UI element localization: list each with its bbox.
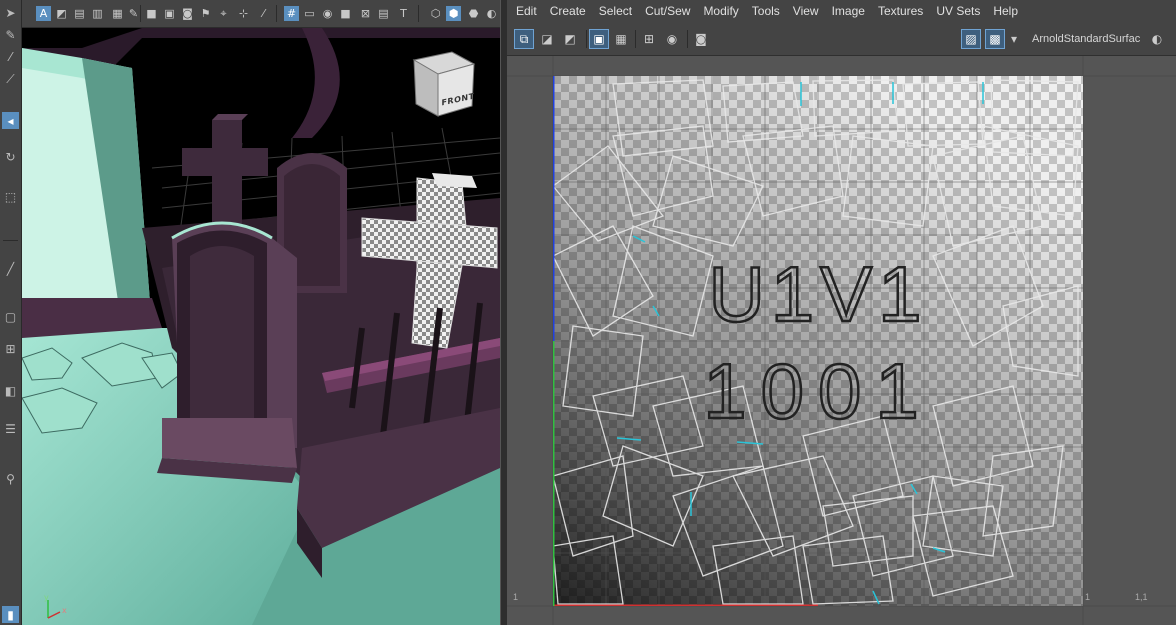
brush-tool-icon[interactable]: ⟋ (2, 70, 19, 87)
coord-label-1-1: 1,1 (1135, 592, 1148, 602)
uv-toolbar-divider (586, 30, 587, 48)
smooth-shade-icon[interactable]: ⬢ (446, 6, 461, 21)
search-icon[interactable]: ⚲ (2, 470, 19, 487)
uv-toolbar: ⧉ ◪ ◩ ▣ ▦ ⊞ ◉ ◙ ▨ ▩ ▾ ArnoldStandardSurf… (507, 24, 1176, 56)
tile-label-1001: 1001 (703, 347, 933, 435)
uv-editor: Edit Create Select Cut/Sew Modify Tools … (507, 0, 1176, 625)
safe-action-toggle-icon[interactable]: ▤ (376, 6, 391, 21)
shade-wireframe-icon[interactable]: ⬣ (466, 6, 481, 21)
viewport-divider (276, 5, 277, 22)
gate-mask-icon[interactable]: ⌖ (216, 6, 231, 21)
four-view-layout-icon[interactable]: ⊞ (2, 340, 19, 357)
edge-tool-icon[interactable]: ╱ (2, 260, 19, 277)
safe-action-icon[interactable]: ⁄ (256, 6, 271, 21)
bookmarks-icon[interactable]: ▤ (72, 6, 87, 21)
viewport-divider (418, 5, 419, 22)
select-tool-icon[interactable]: ➤ (2, 4, 19, 21)
menu-textures[interactable]: Textures (878, 4, 923, 18)
uv-checker-toggle-icon[interactable]: ▩ (985, 29, 1005, 49)
uv-distribute-icon[interactable]: ◩ (560, 29, 580, 49)
scene-render[interactable]: y x (22, 28, 500, 625)
uv-menubar: Edit Create Select Cut/Sew Modify Tools … (507, 0, 1176, 22)
uv-grid-canvas[interactable]: U1V1 1001 1 1 1,1 (507, 56, 1176, 625)
scale-tool-icon[interactable]: ⬚ (2, 188, 19, 205)
field-chart-toggle-icon[interactable]: ⊠ (358, 6, 373, 21)
coord-label-u1: 1 (1085, 592, 1091, 602)
menu-image[interactable]: Image (832, 4, 865, 18)
camera-attributes-icon[interactable]: ◩ (54, 6, 69, 21)
grease-pencil-icon[interactable]: ✎ (126, 6, 141, 21)
menu-select[interactable]: Select (599, 4, 632, 18)
textured-icon[interactable]: ◐ (484, 6, 499, 21)
front-tombstone (157, 221, 297, 483)
3d-viewport[interactable]: A ◩ ▤ ▥ ▦ ✎ ■ ▣ ◙ ⚑ ⌖ ⊹ ⁄ # ▭ ◉ ■ ⊠ ▤ T … (22, 0, 500, 625)
uv-snapshot-icon[interactable]: ◙ (691, 29, 711, 49)
select-camera-icon[interactable]: A (36, 6, 51, 21)
uv-tile-1001[interactable]: U1V1 1001 (553, 76, 1083, 606)
image-plane-icon[interactable]: ▥ (90, 6, 105, 21)
script-editor-icon[interactable]: ▮ (2, 606, 19, 623)
axis-x-label: x (62, 606, 67, 615)
paint-select-icon[interactable]: ⁄ (2, 48, 19, 65)
resolution-gate-icon[interactable]: ▣ (162, 6, 177, 21)
uv-toolbar-divider (687, 30, 688, 48)
rotate-tool-icon[interactable]: ↻ (2, 148, 19, 165)
film-gate-toggle-icon[interactable]: ▭ (302, 6, 317, 21)
viewport-divider (140, 5, 141, 22)
movie-camera-icon[interactable]: ■ (144, 6, 159, 21)
uv-checker-icon[interactable]: ⊞ (639, 29, 659, 49)
coord-label-origin: 1 (513, 592, 519, 602)
resolution-gate-toggle-icon[interactable]: ◉ (320, 6, 335, 21)
bookmark-icon[interactable]: ⚑ (198, 6, 213, 21)
uv-display-texture-icon[interactable]: ▨ (961, 29, 981, 49)
menu-help[interactable]: Help (993, 4, 1018, 18)
gate-mask-toggle-icon[interactable]: ■ (338, 6, 353, 21)
uv-layout-icon[interactable]: ◪ (537, 29, 557, 49)
wireframe-icon[interactable]: ⬡ (428, 6, 443, 21)
menu-create[interactable]: Create (550, 4, 586, 18)
outliner-layout-icon[interactable]: ☰ (2, 420, 19, 437)
lasso-tool-icon[interactable]: ✎ (2, 26, 19, 43)
rgb-channel-icon[interactable]: ◐ (1147, 29, 1167, 49)
side-by-side-layout-icon[interactable]: ◧ (2, 382, 19, 399)
menu-uv-sets[interactable]: UV Sets (936, 4, 980, 18)
uv-grid-display-icon[interactable]: ▦ (611, 29, 631, 49)
uv-toolbar-divider (635, 30, 636, 48)
panel-splitter[interactable] (500, 0, 507, 625)
menu-tools[interactable]: Tools (752, 4, 780, 18)
single-layout-icon[interactable]: ▢ (2, 308, 19, 325)
menu-view[interactable]: View (793, 4, 819, 18)
uv-display-image-icon[interactable]: ▣ (589, 29, 609, 49)
field-chart-icon[interactable]: ⊹ (236, 6, 251, 21)
move-tool-icon[interactable]: ◂ (2, 112, 19, 129)
toolbox: ➤ ✎ ⁄ ⟋ ◂ ↻ ⬚ ╱ ▢ ⊞ ◧ ☰ ⚲ ▮ (0, 0, 22, 625)
film-gate-icon[interactable]: ◙ (180, 6, 195, 21)
toolbox-divider (3, 240, 18, 241)
grid-toggle-icon[interactable]: # (284, 6, 299, 21)
uv-shaded-icon[interactable]: ◉ (662, 29, 682, 49)
menu-modify[interactable]: Modify (703, 4, 738, 18)
shader-selector[interactable]: ArnoldStandardSurfac (1032, 33, 1144, 45)
safe-title-toggle-icon[interactable]: T (396, 6, 411, 21)
viewport-toolbar: A ◩ ▤ ▥ ▦ ✎ ■ ▣ ◙ ⚑ ⌖ ⊹ ⁄ # ▭ ◉ ■ ⊠ ▤ T … (22, 0, 500, 28)
two-d-pan-icon[interactable]: ▦ (110, 6, 125, 21)
uv-shell-select-icon[interactable]: ⧉ (514, 29, 534, 49)
tile-label-u1v1: U1V1 (708, 250, 927, 338)
axis-y-label: y (44, 593, 49, 602)
menu-cut-sew[interactable]: Cut/Sew (645, 4, 690, 18)
chevron-down-icon[interactable]: ▾ (1007, 29, 1021, 49)
menu-edit[interactable]: Edit (516, 4, 537, 18)
